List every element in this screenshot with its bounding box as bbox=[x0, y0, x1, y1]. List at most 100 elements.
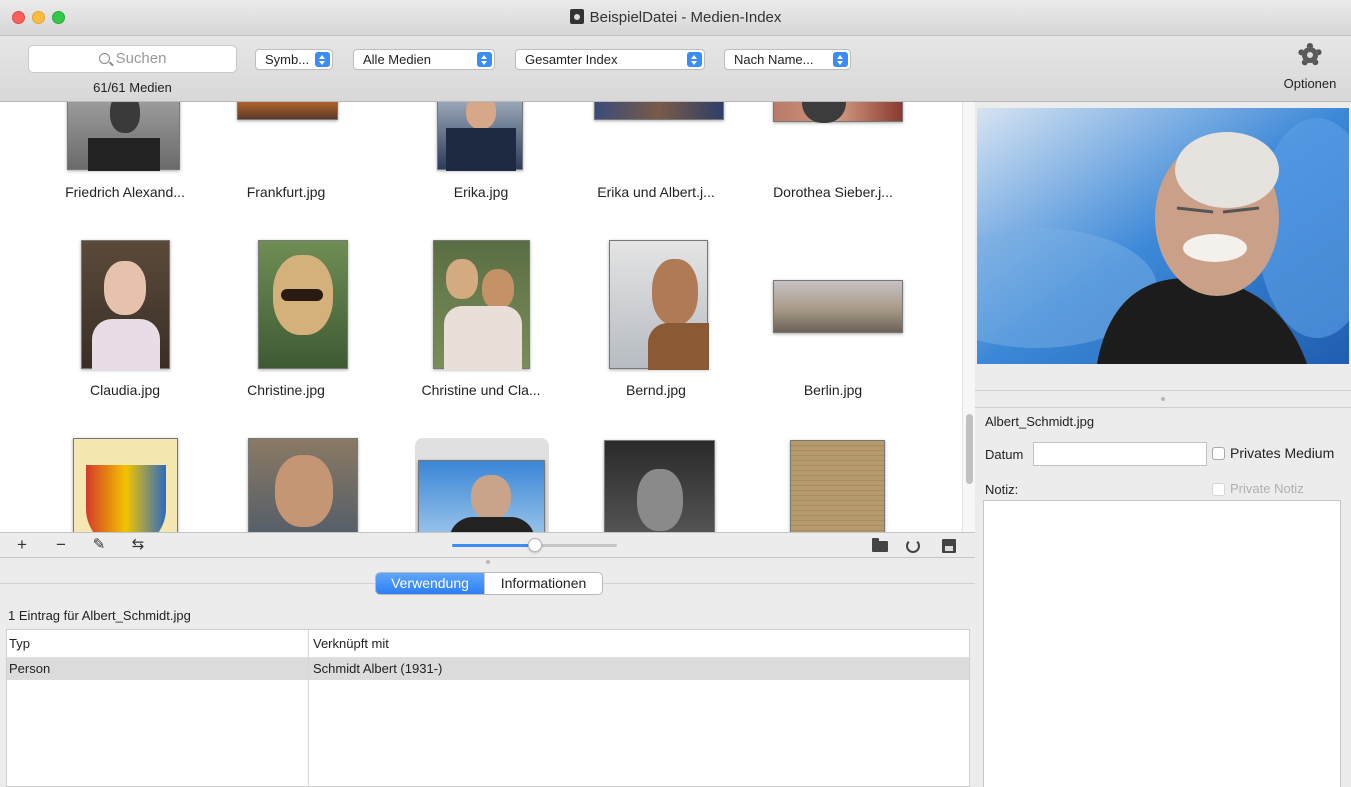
refresh-icon[interactable] bbox=[906, 539, 920, 553]
media-item[interactable] bbox=[50, 438, 200, 532]
folder-icon[interactable] bbox=[872, 538, 888, 552]
grid-scrollbar[interactable] bbox=[962, 102, 975, 532]
media-item-selected[interactable] bbox=[400, 438, 550, 532]
window-title: BeispielDatei - Medien-Index bbox=[0, 9, 1351, 26]
media-label: Erika.jpg bbox=[453, 184, 509, 200]
private-medium-checkbox[interactable] bbox=[1212, 447, 1225, 460]
remove-media-button[interactable]: − bbox=[51, 535, 71, 555]
media-item[interactable] bbox=[211, 438, 361, 532]
private-notiz-label: Private Notiz bbox=[1230, 481, 1304, 496]
media-item[interactable] bbox=[758, 438, 908, 532]
media-item[interactable]: Erika und Albert.j... bbox=[581, 102, 731, 212]
media-item[interactable]: Christine und Cla... bbox=[406, 240, 556, 398]
media-label: Friedrich Alexand... bbox=[65, 184, 185, 200]
media-grid: Friedrich Alexand... Frankfurt.jpg Erika… bbox=[0, 102, 975, 532]
view-mode-popup[interactable]: Symb... bbox=[255, 49, 333, 70]
media-label: Berlin.jpg bbox=[803, 382, 863, 398]
media-thumbnail bbox=[418, 460, 545, 532]
slider-knob[interactable] bbox=[528, 538, 542, 552]
media-label: Frankfurt.jpg bbox=[246, 184, 326, 200]
media-thumbnail bbox=[433, 240, 530, 370]
media-count: 61/61 Medien bbox=[93, 80, 172, 95]
table-row[interactable]: Person Schmidt Albert (1931-) bbox=[7, 658, 969, 680]
media-item[interactable]: Berlin.jpg bbox=[758, 240, 908, 398]
tab-control: Verwendung Informationen bbox=[375, 572, 603, 595]
entry-info-text: 1 Eintrag für Albert_Schmidt.jpg bbox=[8, 608, 191, 623]
preview-image bbox=[977, 108, 1349, 364]
tab-informationen[interactable]: Informationen bbox=[484, 573, 602, 594]
title-bar: BeispielDatei - Medien-Index bbox=[0, 0, 1351, 36]
grid-bottom-bar: + − ✎ ⇆ bbox=[0, 532, 975, 558]
media-item[interactable]: Erika.jpg bbox=[406, 102, 556, 212]
options-label: Optionen bbox=[1283, 76, 1337, 91]
detail-filename: Albert_Schmidt.jpg bbox=[985, 414, 1095, 429]
row-type-cell: Person bbox=[9, 661, 51, 676]
media-item[interactable]: Friedrich Alexand... bbox=[50, 102, 200, 212]
splitter-handle[interactable] bbox=[486, 560, 490, 564]
media-item[interactable]: Bernd.jpg bbox=[581, 240, 731, 398]
media-preview bbox=[977, 108, 1349, 364]
column-separator[interactable] bbox=[308, 630, 309, 787]
splitter-handle[interactable] bbox=[1161, 397, 1165, 401]
media-thumbnail bbox=[258, 240, 348, 369]
media-thumbnail bbox=[773, 102, 903, 123]
slider-fill bbox=[452, 544, 535, 547]
media-thumbnail bbox=[437, 102, 523, 171]
media-thumbnail bbox=[604, 440, 715, 532]
popup-arrows-icon bbox=[477, 52, 492, 67]
search-field[interactable]: Suchen bbox=[28, 45, 237, 73]
media-thumbnail bbox=[81, 240, 170, 370]
merge-media-button[interactable]: ⇆ bbox=[128, 535, 148, 555]
private-notiz-checkbox[interactable] bbox=[1212, 483, 1225, 496]
media-item[interactable]: Frankfurt.jpg bbox=[211, 102, 361, 212]
search-placeholder: Suchen bbox=[115, 50, 167, 67]
private-medium-label: Privates Medium bbox=[1230, 445, 1335, 461]
popup-arrows-icon bbox=[833, 52, 848, 67]
media-thumbnail bbox=[73, 438, 178, 532]
column-header-typ[interactable]: Typ bbox=[7, 630, 30, 657]
media-item[interactable]: Dorothea Sieber.j... bbox=[758, 102, 908, 212]
media-thumbnail bbox=[609, 240, 709, 370]
toolbar: Suchen 61/61 Medien Symb... Alle Medien … bbox=[0, 36, 1351, 102]
media-label: Christine.jpg bbox=[247, 382, 325, 398]
row-linked-cell: Schmidt Albert (1931-) bbox=[313, 661, 443, 676]
media-thumbnail bbox=[790, 440, 885, 532]
media-filter-value: Alle Medien bbox=[363, 52, 431, 67]
media-thumbnail bbox=[594, 102, 724, 120]
media-item[interactable] bbox=[581, 438, 731, 532]
media-thumbnail bbox=[237, 102, 338, 120]
edit-media-button[interactable]: ✎ bbox=[89, 535, 109, 555]
tab-verwendung[interactable]: Verwendung bbox=[376, 573, 484, 594]
notiz-textarea[interactable] bbox=[983, 500, 1341, 787]
thumbnail-size-slider[interactable] bbox=[452, 538, 617, 552]
datum-field[interactable] bbox=[1033, 442, 1207, 466]
column-header-linked[interactable]: Verknüpft mit bbox=[311, 630, 389, 657]
options-button[interactable]: Optionen bbox=[1280, 40, 1340, 91]
horizontal-splitter[interactable] bbox=[0, 558, 975, 568]
media-filter-popup[interactable]: Alle Medien bbox=[353, 49, 495, 70]
gear-icon bbox=[1295, 40, 1325, 70]
media-label: Christine und Cla... bbox=[421, 382, 541, 398]
notiz-label: Notiz: bbox=[985, 482, 1019, 497]
media-thumbnail bbox=[67, 102, 180, 171]
media-item[interactable]: Claudia.jpg bbox=[50, 240, 200, 398]
search-icon bbox=[98, 53, 110, 64]
media-label: Bernd.jpg bbox=[626, 382, 686, 398]
save-icon[interactable] bbox=[942, 539, 956, 553]
detail-splitter[interactable] bbox=[975, 390, 1351, 408]
index-value: Gesamter Index bbox=[525, 52, 618, 67]
add-media-button[interactable]: + bbox=[12, 535, 32, 555]
media-label: Claudia.jpg bbox=[89, 382, 161, 398]
view-mode-value: Symb... bbox=[265, 52, 310, 67]
grid-scrollbar-thumb[interactable] bbox=[966, 414, 973, 484]
media-thumbnail bbox=[248, 438, 358, 532]
popup-arrows-icon bbox=[687, 52, 702, 67]
index-popup[interactable]: Gesamter Index bbox=[515, 49, 705, 70]
detail-panel: Albert_Schmidt.jpg Datum Privates Medium… bbox=[975, 102, 1351, 787]
usage-table: Typ Verknüpft mit Person Schmidt Albert … bbox=[6, 629, 970, 787]
sort-popup[interactable]: Nach Name... bbox=[724, 49, 851, 70]
media-item[interactable]: Christine.jpg bbox=[211, 240, 361, 398]
media-thumbnail bbox=[773, 280, 903, 333]
sort-value: Nach Name... bbox=[734, 52, 814, 67]
popup-arrows-icon bbox=[315, 52, 330, 67]
